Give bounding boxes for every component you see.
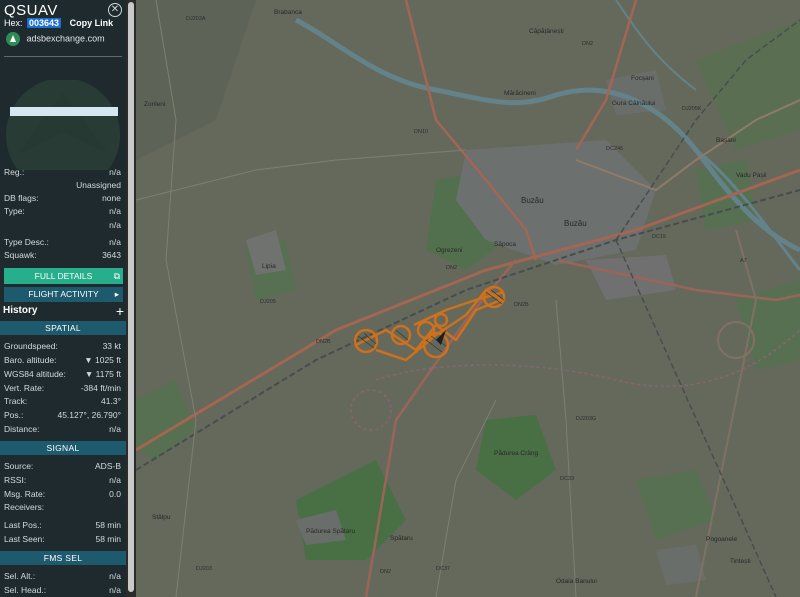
info-row: Squawk: 3643 — [4, 250, 121, 262]
spatial-section-header[interactable]: SPATIAL — [0, 321, 126, 335]
info-row: Distance: n/a — [4, 424, 121, 436]
row-value: -384 ft/min — [80, 383, 121, 393]
info-row: Source: ADS-B — [4, 461, 121, 473]
map-view[interactable]: Buzău Buzău Brabanca Zorileni Focșani Gu… — [136, 0, 800, 597]
row-label: Last Pos.: — [4, 520, 42, 530]
hex-row: Hex: 003643 Copy Link — [4, 18, 113, 28]
row-label: Distance: — [4, 424, 40, 434]
row-value: 3643 — [102, 250, 121, 260]
info-row: Sel. Alt.: n/a — [4, 571, 121, 583]
row-label: Type: — [4, 206, 25, 216]
row-value: 33 kt — [102, 341, 121, 351]
row-label: Track: — [4, 396, 28, 406]
info-row: RSSI: n/a — [4, 475, 121, 487]
info-row: Baro. altitude: ▼ 1025 ft — [4, 355, 121, 367]
row-label: Sel. Head.: — [4, 585, 47, 595]
row-value: n/a — [109, 206, 121, 216]
row-label: Vert. Rate: — [4, 383, 45, 393]
row-label: DB flags: — [4, 193, 39, 203]
signal-section-header[interactable]: SIGNAL — [0, 441, 126, 455]
flight-activity-button[interactable]: FLIGHT ACTIVITY ▸ — [4, 287, 123, 302]
row-value: n/a — [109, 571, 121, 581]
adsbexchange-logo-icon — [6, 32, 20, 46]
row-label: Squawk: — [4, 250, 37, 260]
row-label: Baro. altitude: — [4, 355, 57, 365]
scrollbar-thumb[interactable] — [128, 2, 134, 592]
row-value: n/a — [109, 475, 121, 485]
fms-section-header[interactable]: FMS SEL — [0, 551, 126, 565]
row-value: n/a — [109, 167, 121, 177]
row-label: Last Seen: — [4, 534, 45, 544]
row-value: n/a — [109, 237, 121, 247]
info-row: n/a — [4, 220, 121, 232]
info-row: Groundspeed: 33 kt — [4, 341, 121, 353]
row-label: Msg. Rate: — [4, 489, 46, 499]
plus-icon[interactable]: + — [116, 303, 124, 319]
row-label: Groundspeed: — [4, 341, 58, 351]
row-label: Source: — [4, 461, 34, 471]
divider — [4, 56, 122, 57]
row-label: RSSI: — [4, 475, 27, 485]
info-row: Reg.: n/a — [4, 167, 121, 179]
row-value: 58 min — [95, 520, 121, 530]
info-row: Sel. Head.: n/a — [4, 585, 121, 597]
hex-value[interactable]: 003643 — [27, 18, 62, 28]
info-row: DB flags: none — [4, 193, 121, 205]
row-label: Reg.: — [4, 167, 25, 177]
aircraft-info-panel: QSUAV ✕ Hex: 003643 Copy Link adsbexchan… — [0, 0, 126, 597]
row-value: ADS-B — [95, 461, 121, 471]
external-link-icon: ⧉ — [113, 271, 120, 281]
hex-label: Hex: — [4, 18, 23, 28]
info-row: Pos.: 45.127°, 26.790° — [4, 410, 121, 422]
row-value: n/a — [109, 220, 121, 230]
sidebar-scrollbar[interactable] — [126, 0, 136, 597]
row-value: 41.3° — [101, 396, 121, 406]
row-label: Sel. Alt.: — [4, 571, 36, 581]
copy-link-button[interactable]: Copy Link — [70, 18, 114, 28]
row-value: Unassigned — [76, 180, 121, 190]
chevron-right-icon: ▸ — [114, 289, 119, 299]
row-value: 45.127°, 26.790° — [57, 410, 121, 420]
info-row: Track: 41.3° — [4, 396, 121, 408]
row-value: none — [102, 193, 121, 203]
full-details-button[interactable]: FULL DETAILS ⧉ — [4, 268, 123, 284]
map-dim-overlay — [136, 0, 800, 597]
info-row: Last Seen: 58 min — [4, 534, 121, 546]
row-value: n/a — [109, 424, 121, 434]
info-row: Last Pos.: 58 min — [4, 520, 121, 532]
close-icon[interactable]: ✕ — [108, 3, 122, 17]
info-row: Msg. Rate: 0.0 — [4, 489, 121, 501]
callsign-title: QSUAV — [4, 2, 58, 19]
info-row: Receivers: — [4, 502, 121, 514]
history-label: History — [3, 305, 38, 316]
info-row: Vert. Rate: -384 ft/min — [4, 383, 121, 395]
row-value: ▼ 1025 ft — [84, 355, 121, 365]
info-row: Type Desc.: n/a — [4, 237, 121, 249]
row-value: n/a — [109, 585, 121, 595]
info-row: Type: n/a — [4, 206, 121, 218]
row-label: Pos.: — [4, 410, 24, 420]
info-row: Unassigned — [4, 180, 121, 192]
row-label: WGS84 altitude: — [4, 369, 66, 379]
flight-activity-label: FLIGHT ACTIVITY — [28, 289, 99, 299]
history-toggle[interactable]: History + — [3, 303, 124, 319]
aircraft-silhouette-placeholder — [6, 80, 120, 170]
adsbexchange-label: adsbexchange.com — [26, 33, 105, 44]
info-row: WGS84 altitude: ▼ 1175 ft — [4, 369, 121, 381]
row-label: Receivers: — [4, 502, 45, 512]
row-value: ▼ 1175 ft — [84, 369, 121, 379]
row-value: 58 min — [95, 534, 121, 544]
adsbexchange-link[interactable]: adsbexchange.com — [6, 32, 105, 46]
full-details-label: FULL DETAILS — [34, 271, 93, 281]
row-value: 0.0 — [109, 489, 121, 499]
row-label: Type Desc.: — [4, 237, 49, 247]
